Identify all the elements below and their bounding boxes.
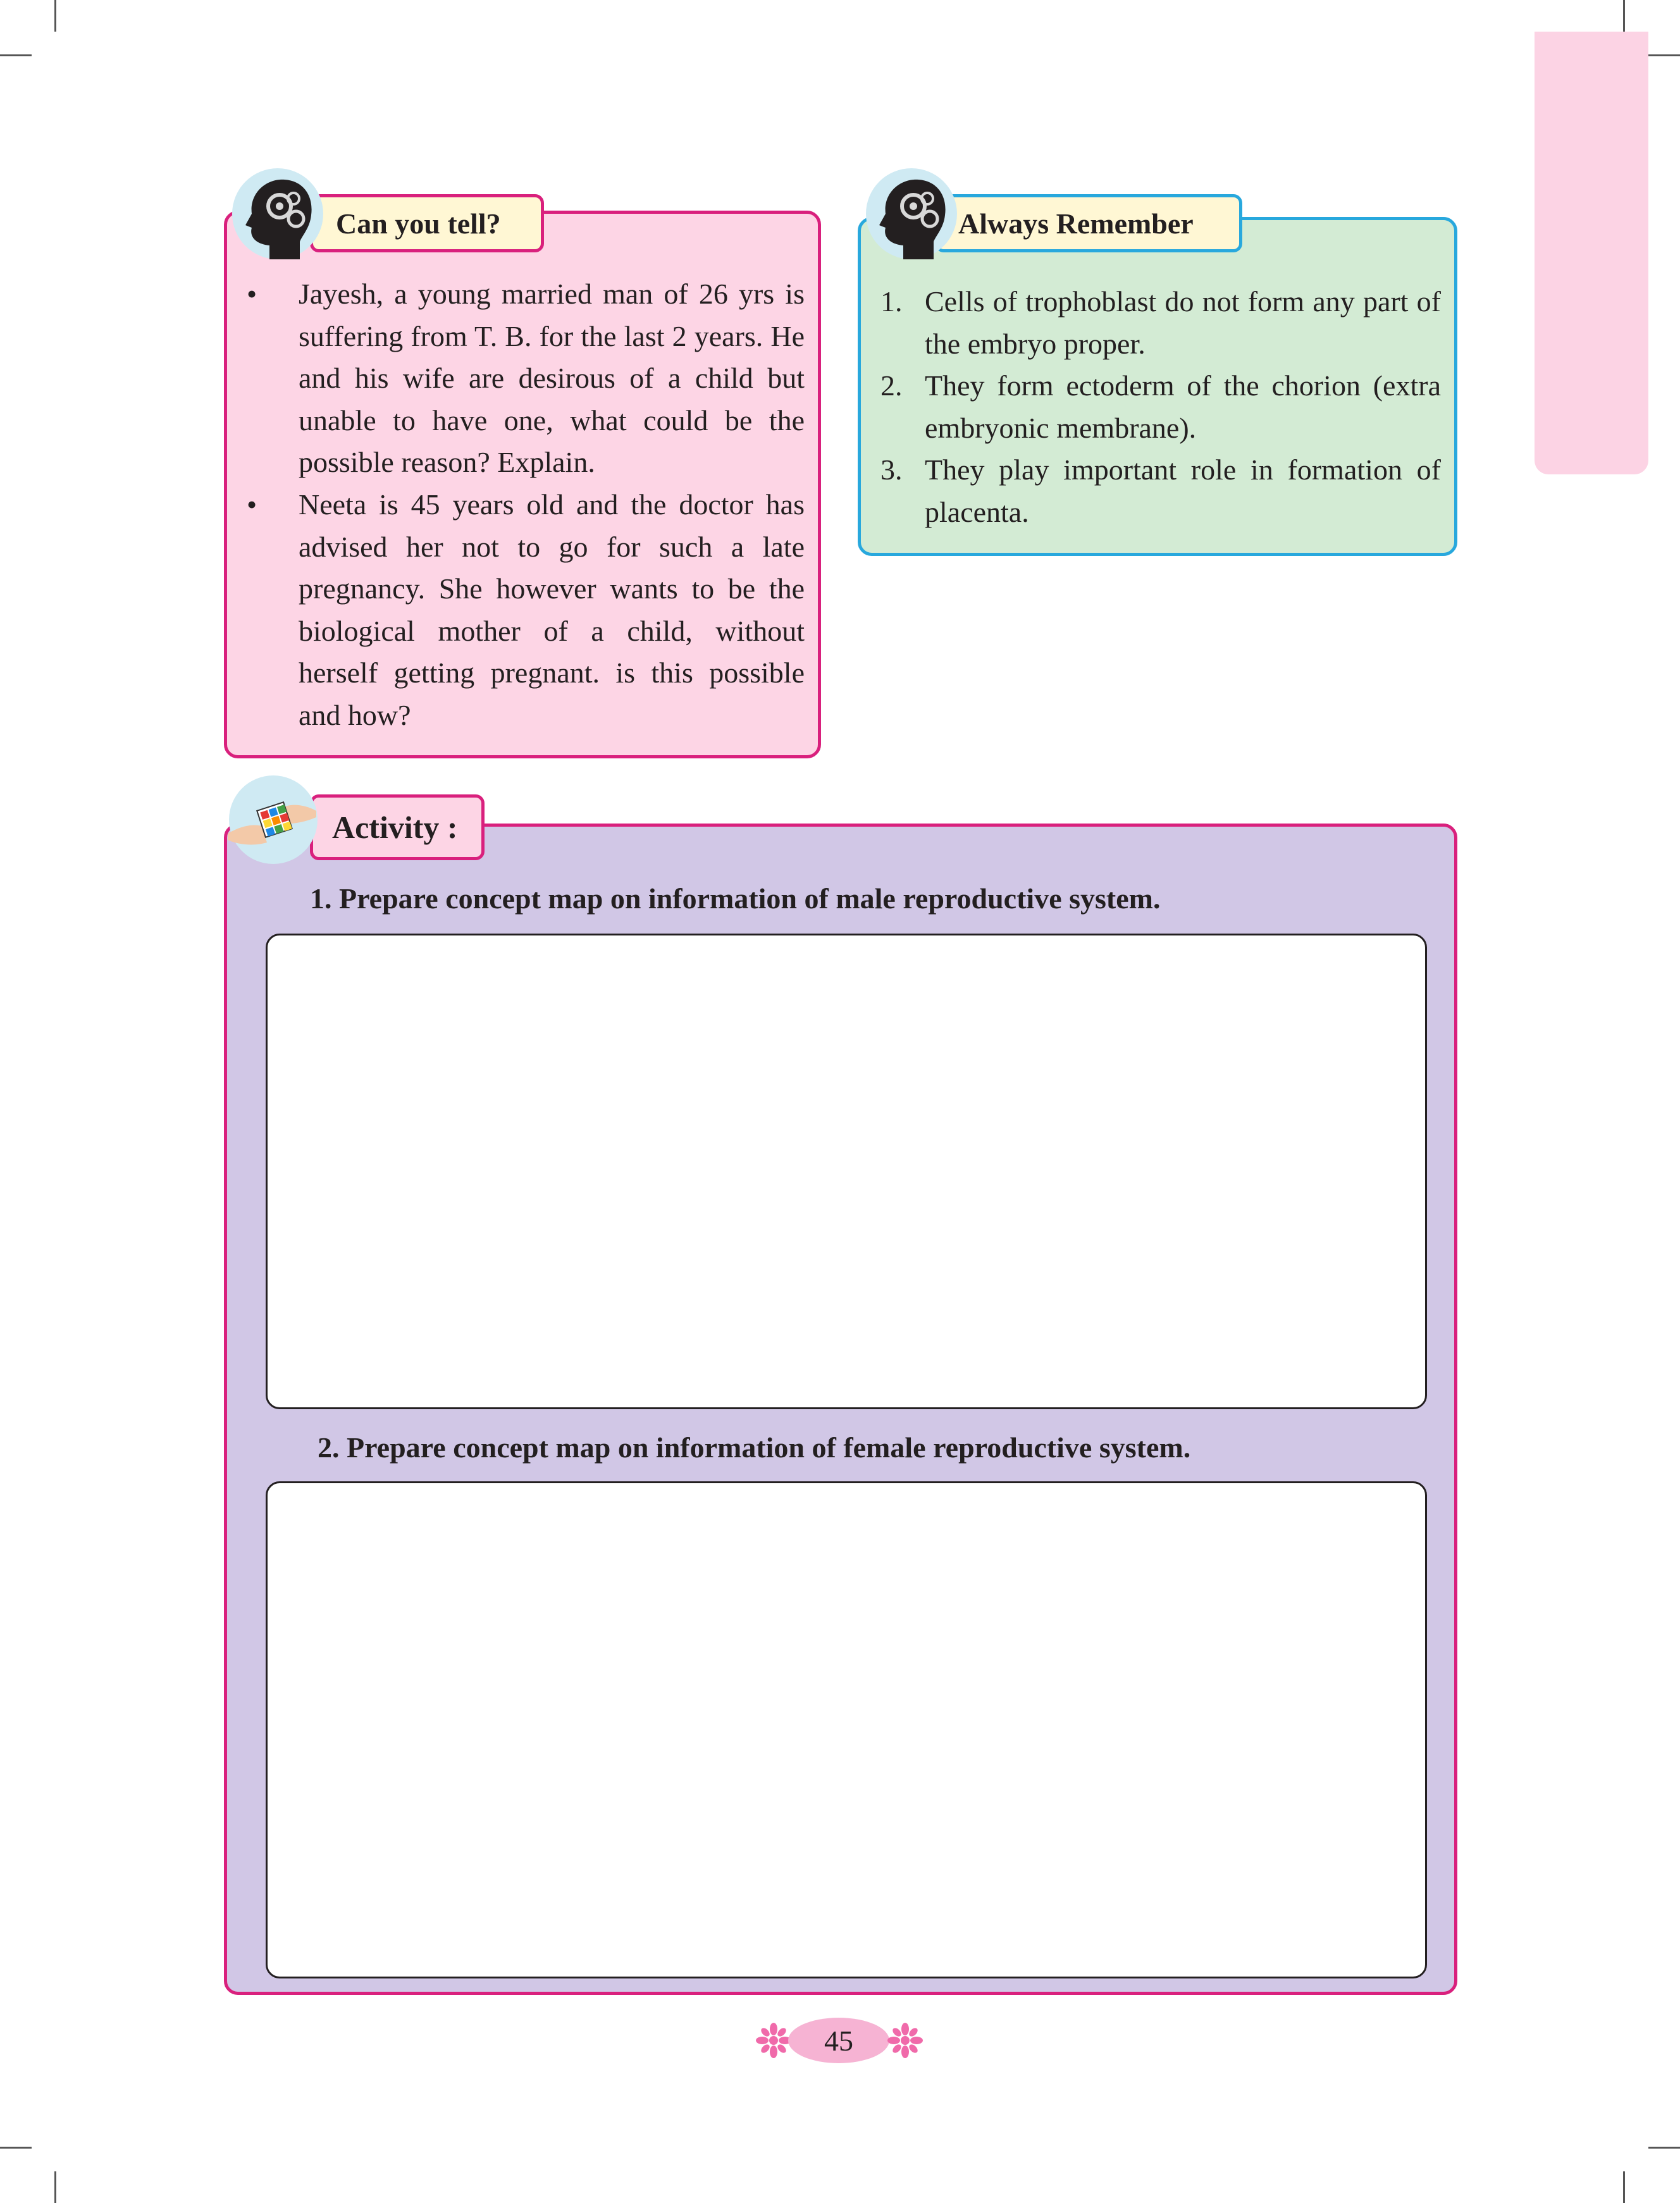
can-you-tell-title: Can you tell? xyxy=(310,194,544,252)
floral-ornament-right-icon xyxy=(887,2023,923,2058)
bullet-icon: • xyxy=(247,278,257,310)
page-number: 45 xyxy=(788,2018,889,2063)
bullet-icon: • xyxy=(247,488,257,521)
chapter-side-tab xyxy=(1535,32,1648,474)
list-item: 2. They form ectoderm of the chorion (ex… xyxy=(880,369,1441,444)
crop-mark xyxy=(0,54,32,56)
list-item: • Jayesh, a young married man of 26 yrs … xyxy=(232,273,805,484)
list-item: 3. They play important role in formation… xyxy=(880,454,1441,528)
concept-map-box-male[interactable] xyxy=(266,934,1427,1409)
crop-mark xyxy=(54,0,56,32)
crop-mark xyxy=(1623,2171,1625,2203)
always-remember-content: 1. Cells of trophoblast do not form any … xyxy=(880,281,1441,534)
activity-title: Activity : xyxy=(310,794,485,860)
list-item: • Neeta is 45 years old and the doctor h… xyxy=(232,484,805,737)
crop-mark xyxy=(1648,2147,1680,2149)
concept-map-box-female[interactable] xyxy=(266,1481,1427,1978)
crop-mark xyxy=(54,2171,56,2203)
list-item: 1. Cells of trophoblast do not form any … xyxy=(880,285,1441,360)
crop-mark xyxy=(1648,54,1680,56)
rubiks-cube-hands-icon xyxy=(228,775,318,864)
thinking-head-icon xyxy=(232,168,323,259)
crop-mark xyxy=(0,2147,32,2149)
activity-task-1: 1. Prepare concept map on information of… xyxy=(310,882,1161,915)
always-remember-title: Always Remember xyxy=(935,194,1242,252)
crop-mark xyxy=(1623,0,1625,32)
thinking-head-icon xyxy=(866,168,957,259)
activity-task-2: 2. Prepare concept map on information of… xyxy=(318,1431,1191,1464)
can-you-tell-content: • Jayesh, a young married man of 26 yrs … xyxy=(232,273,805,737)
